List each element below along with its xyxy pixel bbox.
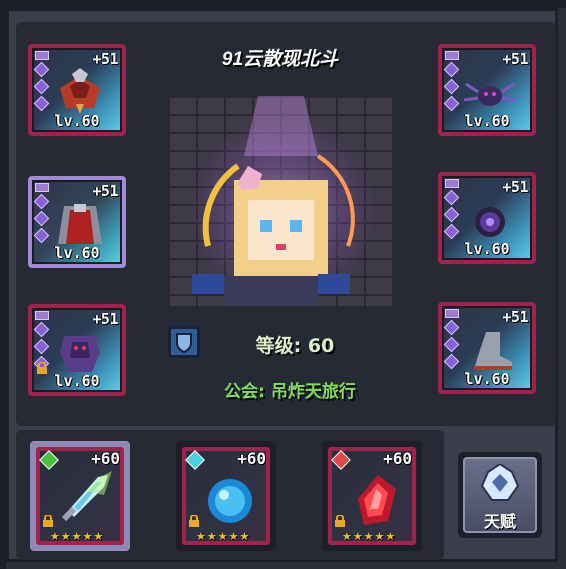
enhance-level: +51 (502, 50, 528, 68)
item-level: lv.60 (464, 112, 510, 130)
character-portrait (168, 96, 394, 306)
top-rail (0, 0, 566, 8)
fire-crystal-icon (358, 475, 396, 525)
equip-slot-pet[interactable]: +51 lv.60 (438, 44, 536, 136)
lock-icon (335, 515, 345, 527)
enhance-level: +60 (383, 449, 412, 468)
enhance-level: +51 (502, 308, 528, 326)
player-guild: 公会: 吊炸天旅行 (224, 382, 356, 402)
talent-label: 天赋 (483, 512, 516, 531)
steel-boots-icon (474, 332, 512, 370)
ice-sword-icon (61, 471, 112, 522)
spider-pet-icon (463, 82, 517, 106)
gem-sockets (443, 179, 460, 243)
equip-slot-orb[interactable]: +51 lv.60 (438, 172, 536, 264)
talent-emblem-icon (480, 464, 520, 501)
shield-badge-icon[interactable] (168, 326, 200, 358)
equip-slot-armor[interactable]: +51 lv.60 (28, 304, 126, 396)
equip-slot-boots[interactable]: +51 lv.60 (438, 302, 536, 394)
enhance-level: +60 (237, 449, 266, 468)
gem-sockets (443, 309, 460, 373)
character-sprite (192, 96, 355, 306)
item-level: lv.60 (54, 112, 100, 130)
star-rating: ★★★★★ (196, 530, 251, 543)
shadow-armor-icon (60, 336, 100, 372)
equip-slot-cape[interactable]: +51 lv.60 (28, 176, 126, 268)
weapon-slot-1[interactable]: +60 ★★★★★ (30, 441, 130, 551)
item-level: lv.60 (54, 244, 100, 262)
item-level: lv.60 (464, 370, 510, 388)
enhance-level: +51 (92, 310, 118, 328)
enhance-level: +51 (92, 182, 118, 200)
enhance-level: +51 (502, 178, 528, 196)
item-level: lv.60 (464, 240, 510, 258)
star-rating: ★★★★★ (342, 530, 397, 543)
weapon-slot-2[interactable]: +60 ★★★★★ (176, 441, 276, 551)
lock-icon (189, 515, 199, 527)
gem-sockets (443, 51, 460, 115)
void-orb-icon (475, 207, 505, 237)
star-rating: ★★★★★ (50, 530, 105, 543)
water-orb-icon (208, 479, 252, 523)
player-level: 等级: 60 (255, 335, 335, 357)
gem-sockets (33, 183, 50, 247)
talent-button[interactable]: 天赋 (458, 452, 542, 538)
red-cape-icon (58, 204, 102, 244)
equip-slot-helmet[interactable]: +51 lv.60 (28, 44, 126, 136)
lock-icon (43, 515, 53, 527)
enhance-level: +60 (91, 449, 120, 468)
weapon-slot-3[interactable]: +60 ★★★★★ (322, 441, 422, 551)
enhance-level: +51 (92, 50, 118, 68)
gem-sockets (33, 51, 50, 115)
player-name: 91云散现北斗 (221, 49, 339, 70)
crimson-helmet-icon (60, 68, 100, 114)
item-level: lv.60 (54, 372, 100, 390)
